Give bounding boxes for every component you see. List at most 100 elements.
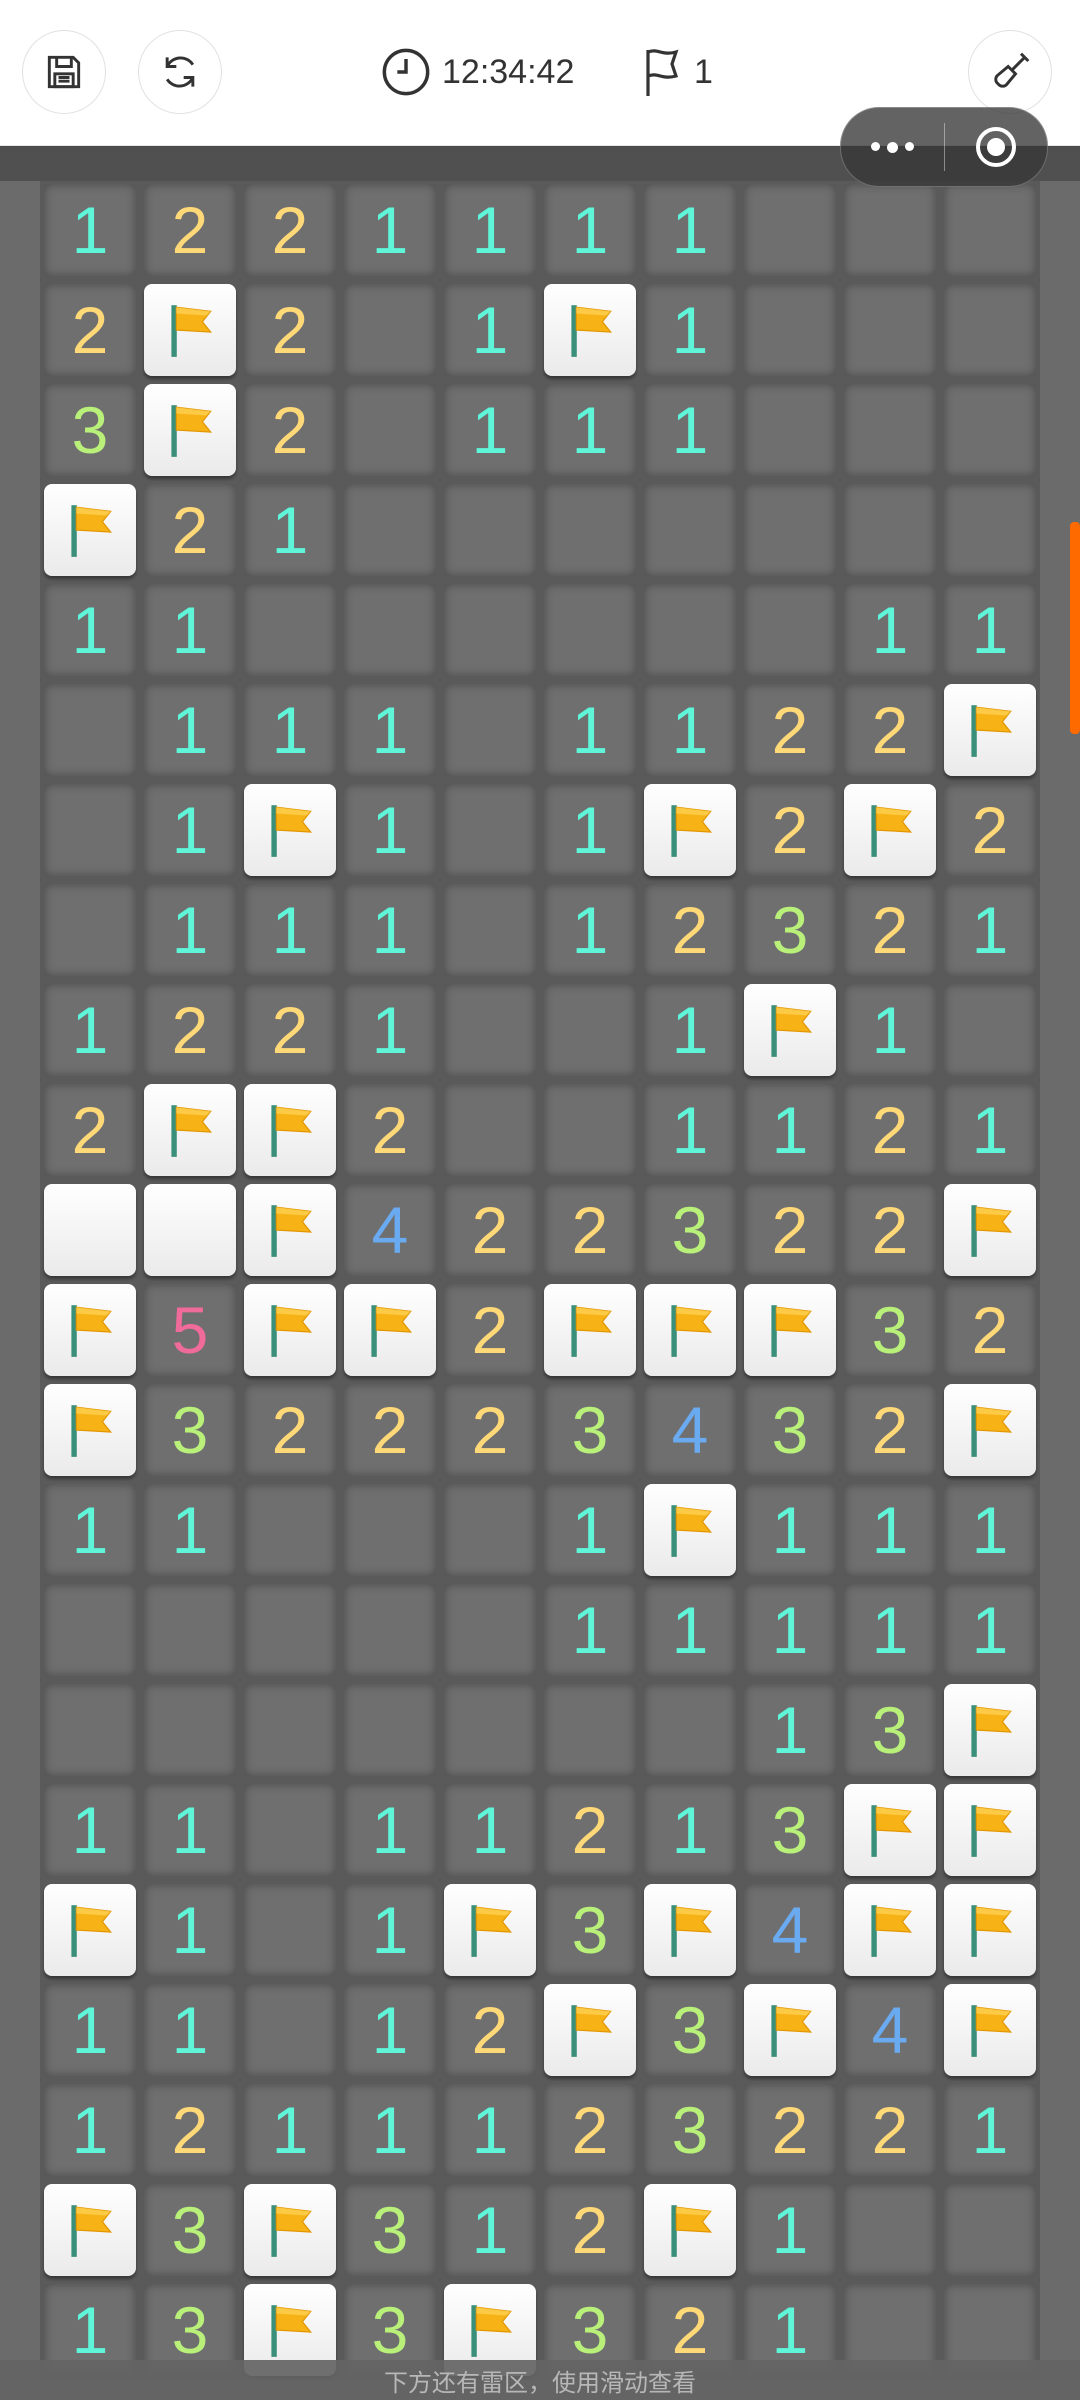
empty-cell[interactable] <box>740 380 840 480</box>
number-cell[interactable]: 2 <box>740 1180 840 1280</box>
empty-cell[interactable] <box>340 1680 440 1780</box>
empty-cell[interactable] <box>440 1480 540 1580</box>
number-cell[interactable]: 2 <box>140 480 240 580</box>
number-cell[interactable]: 1 <box>40 180 140 280</box>
flagged-cell[interactable] <box>740 1280 840 1380</box>
number-cell[interactable]: 1 <box>540 780 640 880</box>
number-cell[interactable]: 1 <box>340 1980 440 2080</box>
number-cell[interactable]: 2 <box>340 1080 440 1180</box>
number-cell[interactable]: 2 <box>940 780 1040 880</box>
flagged-cell[interactable] <box>940 1680 1040 1780</box>
empty-cell[interactable] <box>440 780 540 880</box>
number-cell[interactable]: 3 <box>140 2180 240 2280</box>
number-cell[interactable]: 1 <box>740 1480 840 1580</box>
number-cell[interactable]: 1 <box>40 1780 140 1880</box>
number-cell[interactable]: 1 <box>340 2080 440 2180</box>
number-cell[interactable]: 1 <box>40 1980 140 2080</box>
number-cell[interactable]: 1 <box>940 580 1040 680</box>
number-cell[interactable]: 1 <box>740 1680 840 1780</box>
empty-cell[interactable] <box>440 480 540 580</box>
flagged-cell[interactable] <box>40 2180 140 2280</box>
empty-cell[interactable] <box>40 780 140 880</box>
number-cell[interactable]: 1 <box>240 880 340 980</box>
number-cell[interactable]: 2 <box>240 380 340 480</box>
number-cell[interactable]: 1 <box>340 180 440 280</box>
empty-cell[interactable] <box>540 1680 640 1780</box>
flagged-cell[interactable] <box>940 1880 1040 1980</box>
empty-cell[interactable] <box>140 1680 240 1780</box>
empty-cell[interactable] <box>940 180 1040 280</box>
number-cell[interactable]: 1 <box>340 780 440 880</box>
empty-cell[interactable] <box>740 580 840 680</box>
flagged-cell[interactable] <box>840 1880 940 1980</box>
flagged-cell[interactable] <box>640 1280 740 1380</box>
flagged-cell[interactable] <box>540 1280 640 1380</box>
number-cell[interactable]: 4 <box>740 1880 840 1980</box>
empty-cell[interactable] <box>540 1080 640 1180</box>
number-cell[interactable]: 2 <box>740 2080 840 2180</box>
flagged-cell[interactable] <box>40 1880 140 1980</box>
flagged-cell[interactable] <box>240 1080 340 1180</box>
number-cell[interactable]: 2 <box>840 880 940 980</box>
number-cell[interactable]: 1 <box>840 580 940 680</box>
number-cell[interactable]: 1 <box>540 680 640 780</box>
close-miniprogram-button[interactable] <box>945 108 1048 186</box>
flagged-cell[interactable] <box>740 1980 840 2080</box>
empty-cell[interactable] <box>840 2180 940 2280</box>
number-cell[interactable]: 1 <box>540 1580 640 1680</box>
empty-cell[interactable] <box>440 1080 540 1180</box>
empty-cell[interactable] <box>240 1780 340 1880</box>
flagged-cell[interactable] <box>140 380 240 480</box>
number-cell[interactable]: 1 <box>740 1580 840 1680</box>
empty-cell[interactable] <box>840 480 940 580</box>
number-cell[interactable]: 1 <box>140 1480 240 1580</box>
number-cell[interactable]: 1 <box>540 880 640 980</box>
empty-cell[interactable] <box>740 280 840 380</box>
empty-cell[interactable] <box>40 680 140 780</box>
number-cell[interactable]: 2 <box>40 1080 140 1180</box>
empty-cell[interactable] <box>940 2180 1040 2280</box>
number-cell[interactable]: 1 <box>740 2180 840 2280</box>
number-cell[interactable]: 1 <box>340 1780 440 1880</box>
flagged-cell[interactable] <box>540 1980 640 2080</box>
number-cell[interactable]: 2 <box>440 1280 540 1380</box>
number-cell[interactable]: 2 <box>640 880 740 980</box>
number-cell[interactable]: 4 <box>340 1180 440 1280</box>
number-cell[interactable]: 1 <box>540 1480 640 1580</box>
number-cell[interactable]: 1 <box>140 580 240 680</box>
number-cell[interactable]: 2 <box>740 680 840 780</box>
empty-cell[interactable] <box>40 1580 140 1680</box>
empty-cell[interactable] <box>940 480 1040 580</box>
save-button[interactable] <box>22 30 106 114</box>
flagged-cell[interactable] <box>640 2180 740 2280</box>
unrevealed-cell[interactable] <box>140 1180 240 1280</box>
flagged-cell[interactable] <box>940 1780 1040 1880</box>
flagged-cell[interactable] <box>340 1280 440 1380</box>
flagged-cell[interactable] <box>740 980 840 1080</box>
empty-cell[interactable] <box>340 280 440 380</box>
number-cell[interactable]: 3 <box>540 1880 640 1980</box>
empty-cell[interactable] <box>540 580 640 680</box>
number-cell[interactable]: 2 <box>440 1980 540 2080</box>
number-cell[interactable]: 2 <box>40 280 140 380</box>
empty-cell[interactable] <box>240 1680 340 1780</box>
empty-cell[interactable] <box>440 1680 540 1780</box>
number-cell[interactable]: 1 <box>640 280 740 380</box>
empty-cell[interactable] <box>340 1480 440 1580</box>
flagged-cell[interactable] <box>240 780 340 880</box>
number-cell[interactable]: 3 <box>40 380 140 480</box>
empty-cell[interactable] <box>40 1680 140 1780</box>
number-cell[interactable]: 3 <box>540 1380 640 1480</box>
number-cell[interactable]: 2 <box>540 1180 640 1280</box>
empty-cell[interactable] <box>340 1580 440 1680</box>
number-cell[interactable]: 3 <box>640 2080 740 2180</box>
empty-cell[interactable] <box>940 980 1040 1080</box>
number-cell[interactable]: 1 <box>140 880 240 980</box>
number-cell[interactable]: 1 <box>840 1480 940 1580</box>
empty-cell[interactable] <box>640 480 740 580</box>
empty-cell[interactable] <box>140 1580 240 1680</box>
number-cell[interactable]: 2 <box>340 1380 440 1480</box>
number-cell[interactable]: 3 <box>640 1180 740 1280</box>
empty-cell[interactable] <box>440 880 540 980</box>
number-cell[interactable]: 1 <box>140 680 240 780</box>
